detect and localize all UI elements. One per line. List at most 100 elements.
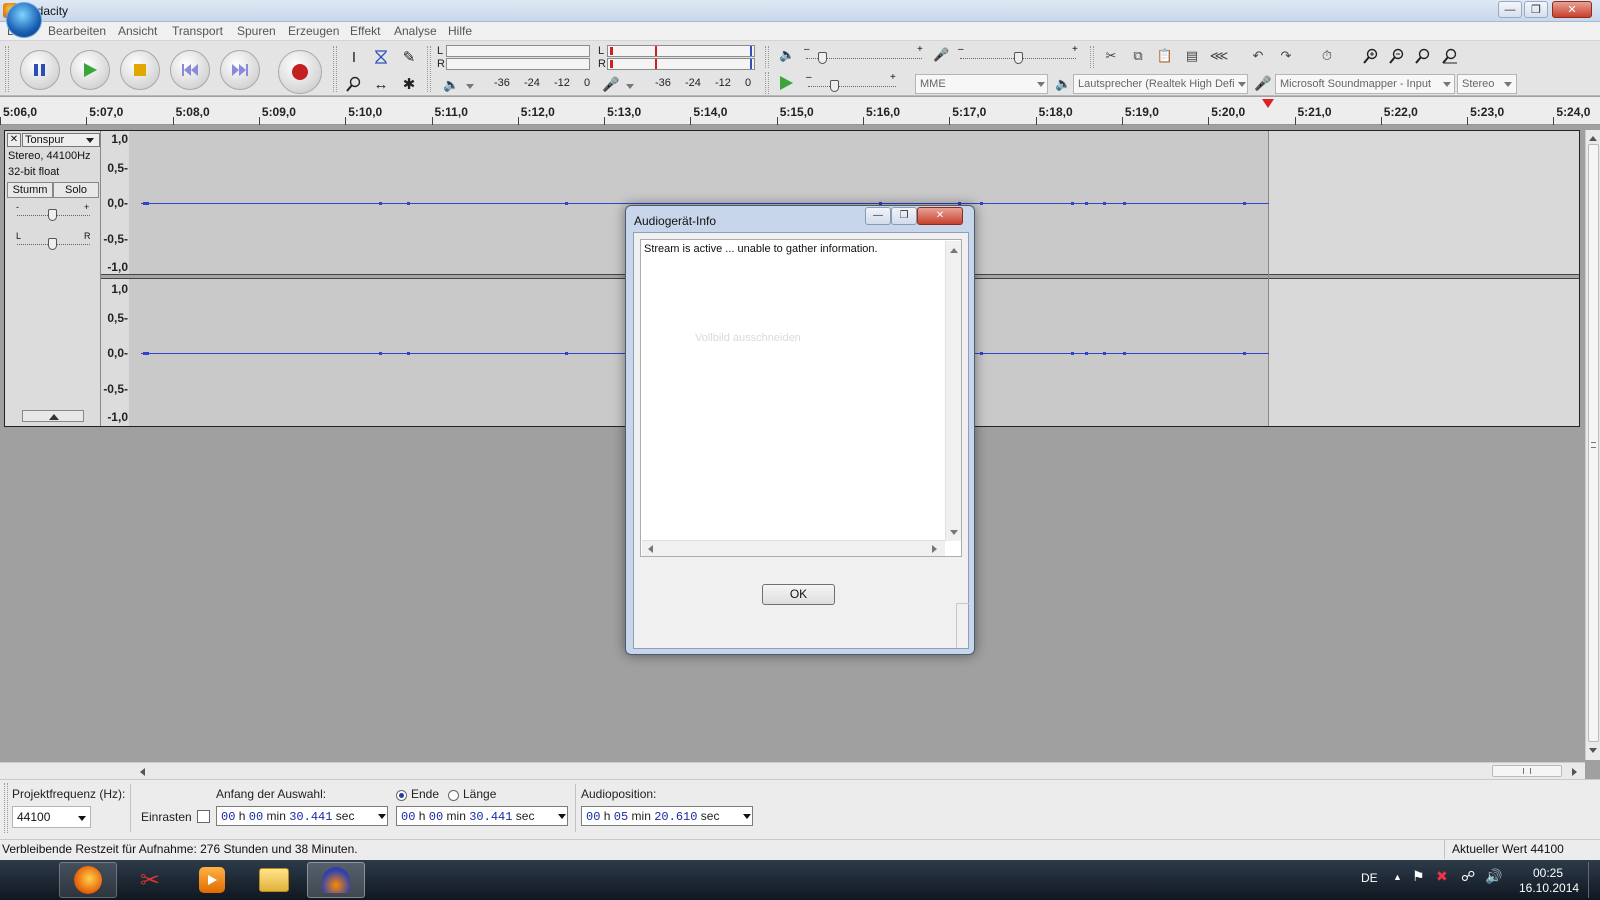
file-explorer-taskbar-button[interactable]: [245, 862, 303, 898]
textarea-horizontal-scrollbar[interactable]: [642, 540, 945, 556]
chevron-down-icon[interactable]: [558, 814, 566, 819]
record-meter-right[interactable]: [607, 58, 755, 70]
power-icon[interactable]: ☍: [1461, 868, 1475, 885]
mute-button[interactable]: Stumm: [7, 182, 53, 198]
toolbar-grip[interactable]: [5, 46, 9, 92]
media-player-taskbar-button[interactable]: [183, 862, 241, 898]
collapse-track-button[interactable]: [22, 410, 84, 422]
silence-icon[interactable]: ⋘: [1206, 44, 1232, 68]
vertical-scrollbar[interactable]: [1585, 130, 1600, 760]
minimize-button[interactable]: —: [1498, 1, 1522, 18]
pause-button[interactable]: [20, 50, 60, 90]
track-empty-left[interactable]: [1269, 131, 1579, 274]
horizontal-scrollbar[interactable]: [0, 762, 1585, 779]
menu-hilfe[interactable]: Hilfe: [448, 24, 472, 38]
fit-selection-icon[interactable]: [1410, 44, 1436, 68]
multi-tool-icon[interactable]: ✱: [398, 73, 420, 95]
ok-button[interactable]: OK: [762, 584, 835, 605]
horizontal-scroll-thumb[interactable]: [1492, 765, 1562, 777]
audio-host-select[interactable]: MME: [915, 74, 1048, 94]
output-device-select[interactable]: Lautsprecher (Realtek High Defi: [1073, 74, 1248, 94]
selection-end-field[interactable]: 00 h 00 min 30.441 sec: [396, 806, 568, 826]
zoom-tool-icon[interactable]: [343, 73, 365, 95]
skip-to-end-button[interactable]: [220, 50, 260, 90]
slider-thumb[interactable]: [818, 52, 827, 64]
close-button[interactable]: ✕: [1552, 1, 1592, 18]
solo-button[interactable]: Solo: [53, 182, 99, 198]
language-indicator[interactable]: DE: [1361, 871, 1378, 885]
slider-thumb[interactable]: [48, 238, 57, 250]
device-info-textarea[interactable]: Stream is active ... unable to gather in…: [640, 239, 962, 557]
menu-spuren[interactable]: Spuren: [237, 24, 276, 38]
slider-thumb[interactable]: [48, 209, 57, 221]
playback-position-marker[interactable]: [1262, 99, 1274, 108]
redo-icon[interactable]: ↷: [1273, 44, 1299, 68]
timeshift-tool-icon[interactable]: ↔: [370, 73, 392, 95]
scroll-down-icon[interactable]: [1589, 748, 1597, 753]
cut-icon[interactable]: ✂: [1098, 44, 1124, 68]
chevron-down-icon[interactable]: [466, 84, 474, 89]
toolbar-grip[interactable]: [333, 46, 337, 92]
chevron-down-icon[interactable]: [743, 814, 751, 819]
toolbar-grip[interactable]: [765, 72, 769, 94]
chevron-down-icon[interactable]: [378, 814, 386, 819]
playback-meter-left[interactable]: [446, 45, 590, 57]
play-speed-slider[interactable]: [808, 86, 896, 87]
track-close-button[interactable]: ✕: [7, 133, 21, 147]
tray-expand-icon[interactable]: ▲: [1393, 872, 1402, 882]
track-name-button[interactable]: Tonspur: [22, 133, 100, 147]
audacity-taskbar-button[interactable]: [307, 862, 365, 898]
clock-time[interactable]: 00:25: [1533, 866, 1563, 880]
scroll-right-icon[interactable]: [1572, 768, 1577, 776]
volume-icon[interactable]: 🔊: [1485, 868, 1502, 885]
paste-icon[interactable]: 📋: [1152, 44, 1178, 68]
draw-tool-icon[interactable]: ✎: [398, 46, 420, 68]
restore-button[interactable]: ❐: [1524, 1, 1548, 18]
snipping-tool-taskbar-button[interactable]: ✂: [121, 862, 179, 898]
menu-transport[interactable]: Transport: [172, 24, 223, 38]
scroll-left-icon[interactable]: [648, 545, 653, 553]
undo-icon[interactable]: ↶: [1245, 44, 1271, 68]
menu-bearbeiten[interactable]: Bearbeiten: [48, 24, 106, 38]
dialog-minimize-button[interactable]: —: [865, 207, 891, 225]
play-button[interactable]: [70, 50, 110, 90]
scroll-down-icon[interactable]: [950, 530, 958, 535]
menu-effekt[interactable]: Effekt: [350, 24, 380, 38]
selection-start-field[interactable]: 00 h 00 min 30.441 sec: [216, 806, 388, 826]
input-device-select[interactable]: Microsoft Soundmapper - Input: [1275, 74, 1455, 94]
trim-icon[interactable]: ▤: [1179, 44, 1205, 68]
fit-project-icon[interactable]: [1437, 44, 1463, 68]
sync-lock-icon[interactable]: ⏱: [1314, 44, 1340, 68]
audio-position-field[interactable]: 00 h 05 min 20.610 sec: [581, 806, 753, 826]
scroll-right-icon[interactable]: [932, 545, 937, 553]
slider-thumb[interactable]: [1014, 52, 1023, 64]
scroll-up-icon[interactable]: [950, 248, 958, 253]
scroll-left-icon[interactable]: [140, 768, 145, 776]
toolbar-grip[interactable]: [765, 46, 769, 68]
network-error-icon[interactable]: ✖: [1436, 868, 1448, 885]
dialog-close-button[interactable]: ✕: [917, 207, 963, 225]
scroll-up-icon[interactable]: [1589, 136, 1597, 141]
record-button[interactable]: [278, 50, 322, 94]
copy-icon[interactable]: ⧉: [1125, 44, 1151, 68]
menu-analyse[interactable]: Analyse: [394, 24, 437, 38]
stop-button[interactable]: [120, 50, 160, 90]
show-desktop-button[interactable]: [1588, 862, 1589, 898]
toolbar-grip[interactable]: [1090, 46, 1094, 68]
speaker-icon[interactable]: 🔈: [443, 77, 459, 93]
clock-date[interactable]: 16.10.2014: [1519, 881, 1579, 895]
vertical-scroll-thumb[interactable]: [1588, 144, 1599, 742]
resize-grip-icon[interactable]: [956, 603, 969, 648]
menu-ansicht[interactable]: Ansicht: [118, 24, 157, 38]
firefox-taskbar-button[interactable]: [59, 862, 117, 898]
envelope-tool-icon[interactable]: [370, 46, 392, 68]
toolbar-grip[interactable]: [4, 783, 8, 833]
zoom-out-icon[interactable]: [1384, 44, 1410, 68]
toolbar-grip[interactable]: [427, 46, 431, 92]
snap-checkbox[interactable]: [197, 810, 210, 823]
length-radio[interactable]: [448, 790, 459, 801]
microphone-icon[interactable]: 🎤: [602, 76, 619, 93]
action-center-icon[interactable]: ⚑: [1412, 868, 1425, 885]
menu-erzeugen[interactable]: Erzeugen: [288, 24, 339, 38]
end-radio[interactable]: [396, 790, 407, 801]
